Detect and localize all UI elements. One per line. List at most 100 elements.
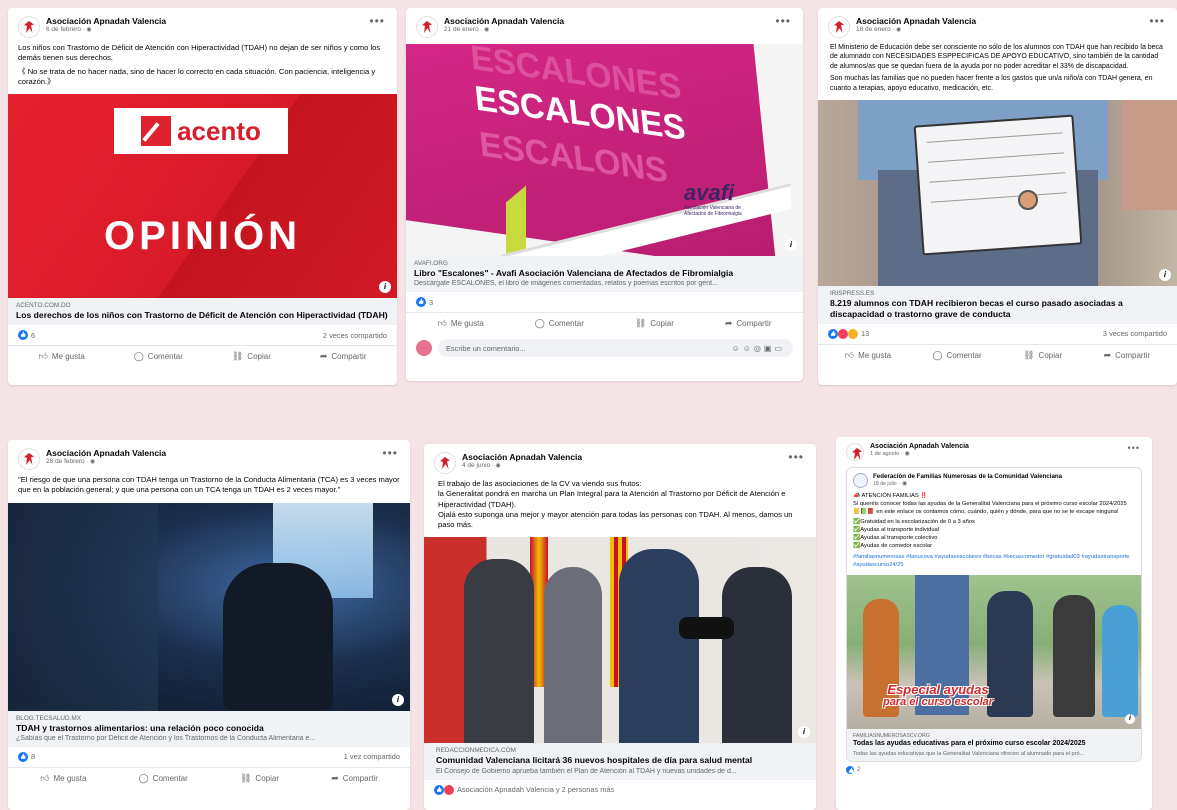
page-name[interactable]: Asociación Apnadah Valencia <box>444 16 564 26</box>
post-header: Asociación Apnadah Valencia18 de enero •… <box>818 8 1177 38</box>
post-date[interactable]: 21 de enero <box>444 26 564 34</box>
like-reaction-icon <box>18 751 28 762</box>
post-stats: 133 veces compartido <box>818 324 1177 345</box>
child-3 <box>1053 595 1095 718</box>
child-4 <box>1102 605 1138 718</box>
like-button[interactable]: 👍︎ Me gusta <box>845 350 891 361</box>
page-name[interactable]: Asociación Apnadah Valencia <box>870 443 969 451</box>
page-avatar[interactable] <box>846 443 864 461</box>
link-preview[interactable]: BLOG.TECSALUD.MX TDAH y trastornos alimen… <box>8 710 410 747</box>
post-date[interactable]: 6 de febrero <box>46 26 166 34</box>
like-reaction-icon <box>416 297 426 308</box>
promo-banner: Especial ayudas para el curso escolar <box>882 682 994 708</box>
comment-icon: ◯ <box>534 318 545 329</box>
share-button[interactable]: ➦ Compartir <box>725 318 772 329</box>
person-3 <box>619 549 699 744</box>
post-date[interactable]: 4 de junio <box>462 462 582 470</box>
comment-button[interactable]: ◯ Comentar <box>139 773 188 784</box>
action-bar: 👍︎ Me gusta ◯ Comentar ⛓︎ Copiar ➦ Compartir <box>818 345 1177 367</box>
action-bar: 👍︎ Me gusta ◯ Comentar ⛓︎ Copiar ➦ Compartir <box>8 346 397 368</box>
post-image[interactable]: i <box>424 537 816 744</box>
info-icon[interactable]: i <box>392 693 404 706</box>
info-icon[interactable]: i <box>1159 269 1171 282</box>
shared-page-name[interactable]: Federación de Familias Numerosas de la C… <box>873 473 1062 480</box>
post-image[interactable]: i <box>8 502 410 711</box>
more-options-icon[interactable]: ••• <box>1149 14 1165 28</box>
post-date[interactable]: 28 de febrero <box>46 458 166 466</box>
opinion-caption: OPINIÓN <box>104 214 301 258</box>
comment-icon: ◯ <box>138 772 149 783</box>
post-date[interactable]: 18 de enero <box>856 26 976 34</box>
post-text: El Ministerio de Educación debe ser cons… <box>830 44 1163 92</box>
post-image[interactable]: ESCALONES ESCALONES ESCALONS avafi Asoci… <box>406 44 803 256</box>
copy-button[interactable]: ⛓︎ Copiar <box>1023 350 1062 361</box>
share-button[interactable]: ➦ Compartir <box>1104 350 1151 361</box>
comment-tools-icons[interactable]: ☺☺◎▣▭ <box>732 344 785 353</box>
comment-button[interactable]: ◯ Comentar <box>932 350 981 361</box>
info-icon[interactable]: i <box>379 281 391 293</box>
post-card-5: Asociación Apnadah Valencia4 de junio ••… <box>424 444 816 810</box>
comment-button[interactable]: ◯ Comentar <box>535 318 584 329</box>
share-button[interactable]: ➦ Compartir <box>320 351 367 362</box>
copy-button[interactable]: ⛓︎ Copiar <box>240 773 279 784</box>
link-preview[interactable]: REDACCIONMEDICA.COM Comunidad Valenciana … <box>424 743 816 780</box>
more-options-icon[interactable]: ••• <box>382 446 398 460</box>
copy-button[interactable]: ⛓︎ Copiar <box>232 351 271 362</box>
more-options-icon[interactable]: ••• <box>369 14 385 28</box>
person-1 <box>464 559 534 744</box>
comment-button[interactable]: ◯ Comentar <box>134 351 183 362</box>
info-icon[interactable]: i <box>1125 714 1135 725</box>
link-preview[interactable]: AVAFI.ORG Libro "Escalones" - Avafi Asoci… <box>406 256 803 293</box>
link-preview[interactable]: IRISPRESS.ES 8.219 alumnos con TDAH recib… <box>818 286 1177 324</box>
page-avatar[interactable] <box>18 16 40 38</box>
share-icon: ➦ <box>331 772 339 783</box>
action-bar: 👍︎ Me gusta ◯ Comentar ⛓︎ Copiar ➦ Compartir <box>8 768 410 790</box>
post-card-3: Asociación Apnadah Valencia18 de enero •… <box>818 8 1177 385</box>
post-image[interactable]: acento OPINIÓN i <box>8 94 397 298</box>
page-avatar[interactable] <box>434 452 456 474</box>
link-icon: ⛓︎ <box>239 772 252 783</box>
copy-button[interactable]: ⛓︎ Copiar <box>635 318 674 329</box>
like-button[interactable]: 👍︎ Me gusta <box>437 318 483 329</box>
acento-mark-icon <box>141 116 172 146</box>
hashtags[interactable]: #familiasnumerosas #fanucova #ayudasesco… <box>853 554 1135 570</box>
share-icon: ➦ <box>724 318 733 329</box>
acento-logo: acento <box>114 108 288 154</box>
comment-icon: ◯ <box>932 349 943 360</box>
page-avatar[interactable] <box>828 16 850 38</box>
post-text: Los niños con Trastorno de Déficit de At… <box>18 43 381 86</box>
page-name[interactable]: Asociación Apnadah Valencia <box>46 448 166 458</box>
page-avatar[interactable] <box>18 448 40 470</box>
share-count[interactable]: 2 veces compartido <box>323 331 387 340</box>
like-reaction-icon <box>434 784 444 795</box>
info-icon[interactable]: i <box>798 726 810 739</box>
post-text: El trabajo de las asociaciones de la CV … <box>438 479 793 529</box>
post-image[interactable]: i <box>818 100 1177 287</box>
link-preview[interactable]: FAMILIASNUMEROSASCV.ORG Todas las ayudas … <box>847 729 1141 761</box>
notebook <box>913 114 1083 256</box>
link-icon: ⛓︎ <box>634 318 647 329</box>
post-header: Asociación Apnadah Valencia21 de enero •… <box>406 8 803 38</box>
info-icon[interactable]: i <box>785 239 797 251</box>
page-name[interactable]: Asociación Apnadah Valencia <box>856 16 976 26</box>
thumb-up-icon: 👍︎ <box>40 772 50 783</box>
more-options-icon[interactable]: ••• <box>788 450 804 464</box>
share-icon: ➦ <box>319 351 328 362</box>
sad-reaction-icon <box>848 328 858 339</box>
love-reaction-icon <box>444 784 454 795</box>
like-button[interactable]: 👍︎ Me gusta <box>38 351 84 362</box>
comment-input[interactable]: Escribe un comentario... ☺☺◎▣▭ <box>438 339 793 358</box>
post-image[interactable]: Especial ayudas para el curso escolar i <box>847 575 1141 730</box>
like-reaction-icon <box>846 765 854 774</box>
post-stats: 3 <box>406 292 803 314</box>
more-options-icon[interactable]: ••• <box>1128 443 1140 453</box>
page-avatar[interactable] <box>416 16 438 38</box>
share-button[interactable]: ➦ Compartir <box>331 773 378 784</box>
post-date[interactable]: 1 de agosto <box>870 451 969 458</box>
like-button[interactable]: 👍︎ Me gusta <box>40 773 86 784</box>
page-name[interactable]: Asociación Apnadah Valencia <box>46 16 166 26</box>
page-name[interactable]: Asociación Apnadah Valencia <box>462 452 582 462</box>
federation-avatar[interactable] <box>853 473 868 488</box>
link-preview[interactable]: ACENTO.COM.DO Los derechos de los niños c… <box>8 298 397 326</box>
more-options-icon[interactable]: ••• <box>775 14 791 28</box>
